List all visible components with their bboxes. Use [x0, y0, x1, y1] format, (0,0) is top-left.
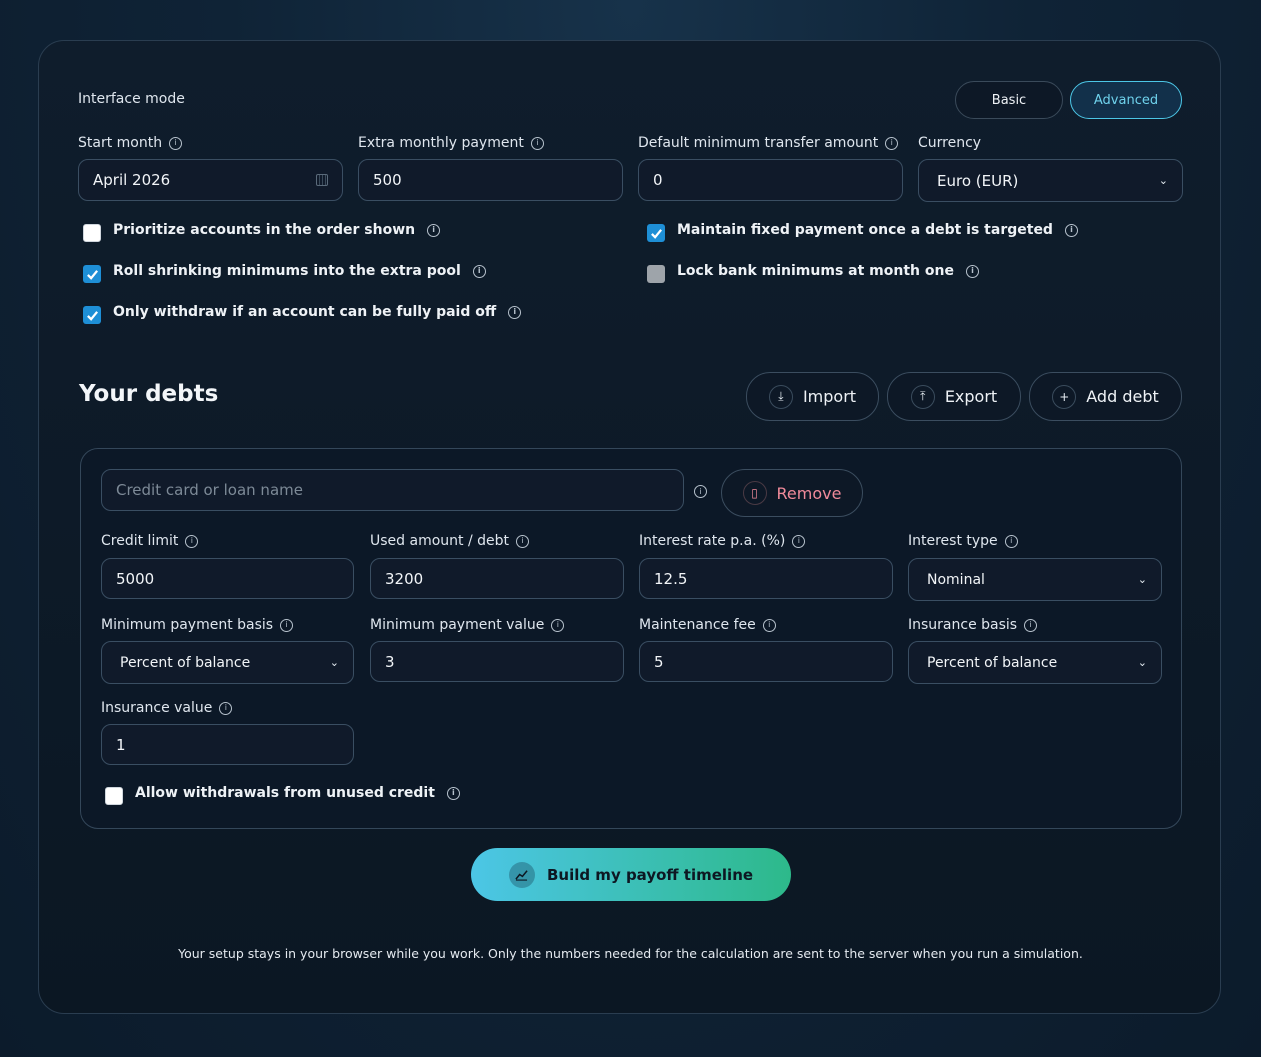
option-lock-minimums[interactable]: Lock bank minimums at month one i: [647, 259, 979, 283]
info-icon[interactable]: i: [446, 786, 460, 800]
min-value-label: Minimum payment value i: [370, 617, 565, 633]
info-icon[interactable]: i: [508, 305, 522, 319]
extra-payment-input[interactable]: 500: [358, 159, 623, 201]
min-transfer-input[interactable]: 0: [638, 159, 903, 201]
check-icon: [86, 269, 98, 280]
info-icon[interactable]: i: [1024, 618, 1038, 632]
insurance-value-input[interactable]: 1: [101, 724, 354, 765]
import-button[interactable]: ⤓ Import: [746, 372, 879, 421]
info-icon[interactable]: i: [1004, 534, 1018, 548]
checkbox[interactable]: [647, 224, 665, 242]
privacy-note: Your setup stays in your browser while y…: [178, 946, 1083, 961]
info-icon[interactable]: i: [885, 136, 899, 150]
interest-rate-input[interactable]: 12.5: [639, 558, 893, 599]
allow-withdrawals-option[interactable]: Allow withdrawals from unused credit i: [105, 781, 460, 805]
min-value-input[interactable]: 3: [370, 641, 624, 682]
used-amount-label: Used amount / debt i: [370, 533, 530, 549]
chevron-down-icon: ⌄: [1137, 656, 1147, 669]
credit-limit-input[interactable]: 5000: [101, 558, 354, 599]
min-basis-label: Minimum payment basis i: [101, 617, 294, 633]
chart-icon: [508, 861, 535, 888]
remove-button[interactable]: ▯ Remove: [721, 469, 863, 517]
checkbox[interactable]: [83, 306, 101, 324]
info-icon[interactable]: i: [762, 618, 776, 632]
trash-icon: ▯: [742, 481, 767, 505]
maintenance-fee-input[interactable]: 5: [639, 641, 893, 682]
interest-type-label: Interest type i: [908, 533, 1018, 549]
checkbox[interactable]: [83, 265, 101, 283]
info-icon[interactable]: i: [280, 618, 294, 632]
info-icon[interactable]: i: [1064, 223, 1078, 237]
build-timeline-button[interactable]: Build my payoff timeline: [471, 848, 791, 901]
checkbox[interactable]: [647, 265, 665, 283]
chevron-down-icon: ⌄: [329, 656, 339, 669]
maintenance-fee-label: Maintenance fee i: [639, 617, 776, 633]
insurance-basis-label: Insurance basis i: [908, 617, 1038, 633]
insurance-value-label: Insurance value i: [101, 700, 233, 716]
download-icon: ⤓: [768, 384, 793, 409]
info-icon[interactable]: i: [516, 534, 530, 548]
option-prioritize[interactable]: Prioritize accounts in the order shown i: [83, 218, 441, 242]
info-icon[interactable]: i: [472, 264, 486, 278]
credit-limit-label: Credit limit i: [101, 533, 199, 549]
export-button[interactable]: ⤒ Export: [887, 372, 1021, 421]
upload-icon: ⤒: [910, 384, 935, 409]
info-icon[interactable]: i: [551, 618, 565, 632]
option-only-withdraw[interactable]: Only withdraw if an account can be fully…: [83, 300, 522, 324]
currency-label: Currency: [918, 135, 982, 151]
info-icon[interactable]: i: [219, 701, 233, 715]
chevron-down-icon: ⌄: [1137, 573, 1147, 586]
min-basis-select[interactable]: Percent of balance ⌄: [101, 641, 354, 684]
debt-card: Credit card or loan name i ▯ Remove Cred…: [80, 448, 1182, 829]
min-transfer-label: Default minimum transfer amount i: [638, 135, 899, 151]
mode-basic-button[interactable]: Basic: [955, 81, 1063, 119]
info-icon[interactable]: i: [694, 485, 707, 498]
interface-mode-label: Interface mode: [78, 91, 185, 107]
debt-name-input[interactable]: Credit card or loan name: [101, 469, 684, 511]
chevron-down-icon: ⌄: [1158, 174, 1168, 187]
plus-icon: +: [1052, 384, 1077, 409]
option-roll-minimums[interactable]: Roll shrinking minimums into the extra p…: [83, 259, 486, 283]
insurance-basis-select[interactable]: Percent of balance ⌄: [908, 641, 1162, 684]
add-debt-button[interactable]: + Add debt: [1029, 372, 1182, 421]
start-month-label: Start month i: [78, 135, 183, 151]
calendar-icon[interactable]: [316, 174, 328, 186]
check-icon: [650, 228, 662, 239]
checkbox[interactable]: [83, 224, 101, 242]
currency-select[interactable]: Euro (EUR) ⌄: [918, 159, 1183, 202]
option-maintain-fixed[interactable]: Maintain fixed payment once a debt is ta…: [647, 218, 1078, 242]
info-icon[interactable]: i: [530, 136, 544, 150]
info-icon[interactable]: i: [792, 534, 806, 548]
extra-payment-label: Extra monthly payment i: [358, 135, 544, 151]
start-month-input[interactable]: April 2026: [78, 159, 343, 201]
check-icon: [86, 310, 98, 321]
mode-advanced-button[interactable]: Advanced: [1070, 81, 1182, 119]
interest-type-select[interactable]: Nominal ⌄: [908, 558, 1162, 601]
debts-title: Your debts: [79, 381, 219, 407]
settings-panel: Interface mode Basic Advanced Start mont…: [38, 40, 1221, 1014]
info-icon[interactable]: i: [427, 223, 441, 237]
info-icon[interactable]: i: [169, 136, 183, 150]
info-icon[interactable]: i: [185, 534, 199, 548]
interest-rate-label: Interest rate p.a. (%) i: [639, 533, 806, 549]
checkbox[interactable]: [105, 787, 123, 805]
used-amount-input[interactable]: 3200: [370, 558, 624, 599]
info-icon[interactable]: i: [965, 264, 979, 278]
